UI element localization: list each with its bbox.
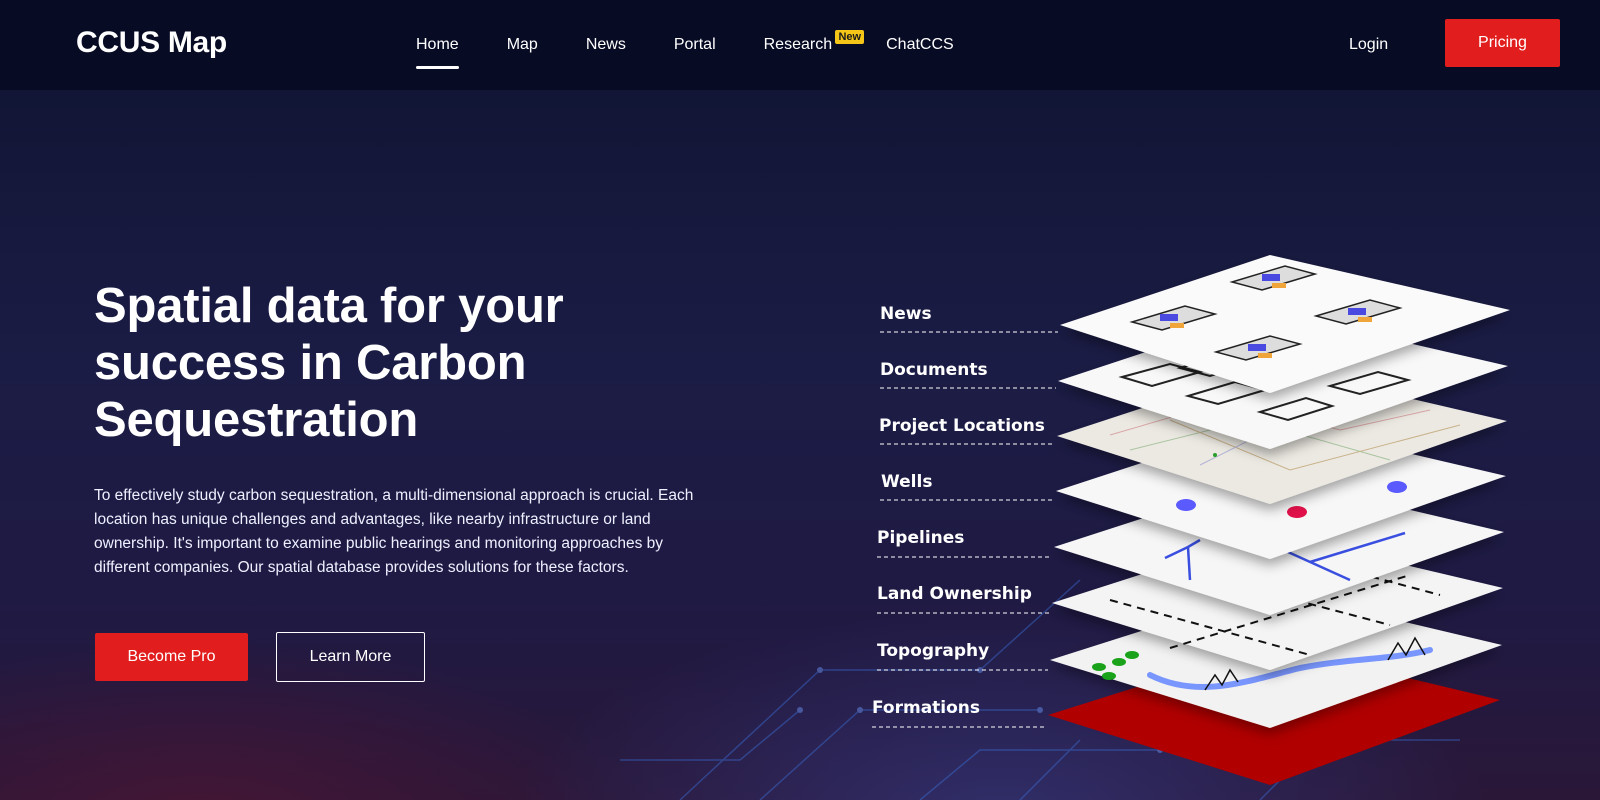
label-pipelines: Pipelines bbox=[877, 528, 964, 548]
label-project-locations: Project Locations bbox=[879, 416, 1045, 436]
nav-chatccs[interactable]: ChatCCS bbox=[886, 36, 954, 54]
nav-portal[interactable]: Portal bbox=[674, 36, 716, 54]
data-layers-illustration: News Documents Project Locations Wells P… bbox=[872, 255, 1510, 785]
nav-research[interactable]: Research New bbox=[763, 30, 865, 54]
layer-labels: News Documents Project Locations Wells P… bbox=[872, 304, 1058, 728]
site-logo[interactable]: CCUS Map bbox=[76, 26, 227, 60]
label-news: News bbox=[880, 304, 932, 324]
become-pro-button[interactable]: Become Pro bbox=[95, 633, 248, 681]
label-wells: Wells bbox=[881, 472, 932, 492]
hero-title: Spatial data for your success in Carbon … bbox=[94, 279, 564, 447]
top-navbar: CCUS Map Home Map News Portal Research N… bbox=[0, 0, 1600, 90]
label-land-ownership: Land Ownership bbox=[877, 584, 1032, 604]
login-link[interactable]: Login bbox=[1349, 36, 1388, 54]
label-topography: Topography bbox=[877, 641, 989, 661]
label-formations: Formations bbox=[872, 698, 980, 718]
new-badge: New bbox=[835, 30, 865, 44]
nav-news[interactable]: News bbox=[586, 36, 626, 54]
pricing-button[interactable]: Pricing bbox=[1445, 19, 1560, 67]
nav-research-label: Research bbox=[763, 36, 833, 53]
label-documents: Documents bbox=[880, 360, 988, 380]
main-nav: Home Map News Portal Research New ChatCC… bbox=[416, 30, 1002, 69]
nav-home[interactable]: Home bbox=[416, 36, 459, 69]
hero-description: To effectively study carbon sequestratio… bbox=[94, 487, 694, 576]
nav-map[interactable]: Map bbox=[507, 36, 538, 54]
learn-more-button[interactable]: Learn More bbox=[276, 632, 425, 682]
